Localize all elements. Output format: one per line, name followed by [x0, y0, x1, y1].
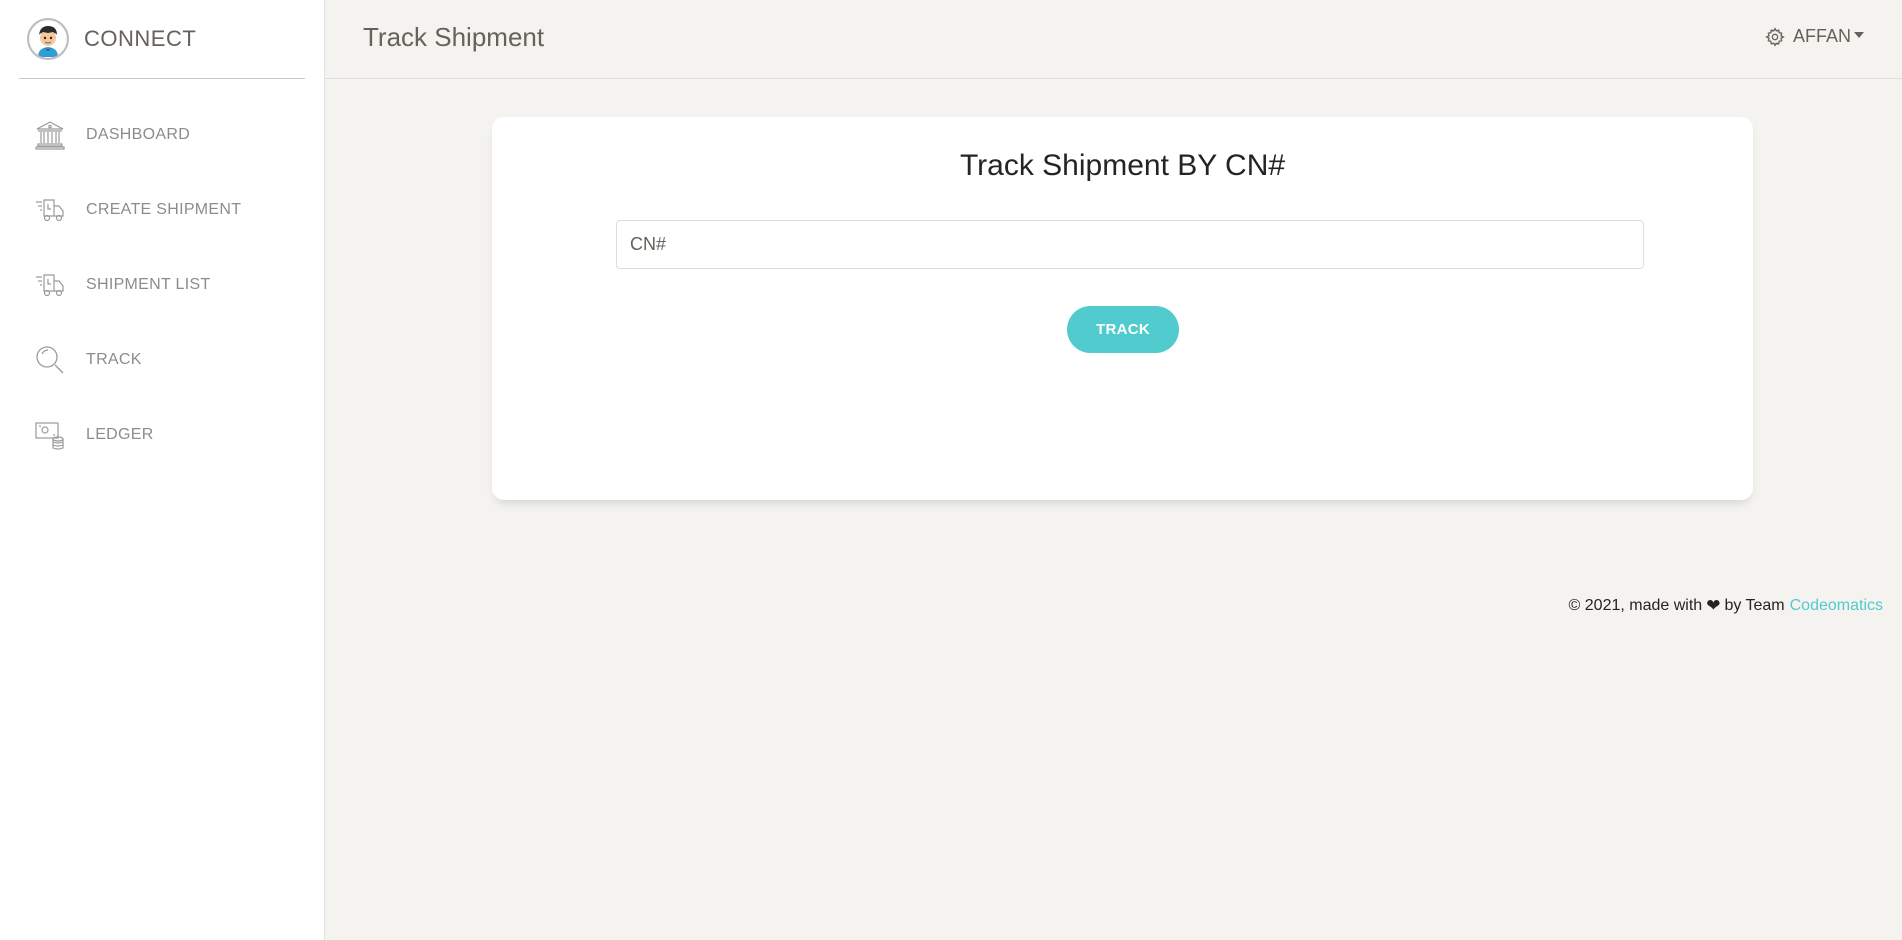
user-avatar-icon — [30, 21, 66, 57]
top-navbar: Track Shipment AFFAN — [325, 0, 1902, 79]
sidebar-item-track[interactable]: TRACK — [0, 322, 325, 397]
card-title: Track Shipment BY CN# — [959, 149, 1286, 182]
footer-middle: by Team — [1724, 597, 1785, 614]
heart-icon: ❤ — [1706, 596, 1721, 615]
sidebar-item-label: LEDGER — [86, 425, 154, 443]
sidebar-nav: DASHBOARD CREATE SHIPMENT SHIPMENT LIST … — [0, 97, 325, 472]
footer: © 2021, made with ❤ by Team Codeomatics — [1569, 596, 1883, 616]
sidebar-item-dashboard[interactable]: DASHBOARD — [0, 97, 325, 172]
sidebar-item-label: SHIPMENT LIST — [86, 275, 211, 293]
page-title: Track Shipment — [363, 22, 545, 52]
brand-name: CONNECT — [84, 26, 197, 51]
sidebar-item-label: DASHBOARD — [86, 125, 191, 143]
money-ledger-icon — [33, 418, 67, 452]
footer-prefix: © 2021, made with — [1568, 597, 1703, 614]
team-link[interactable]: Codeomatics — [1790, 597, 1883, 615]
sidebar-item-label: CREATE SHIPMENT — [86, 200, 242, 218]
caret-down-icon — [1854, 31, 1864, 38]
track-card: Track Shipment BY CN# TRACK — [492, 117, 1753, 500]
sidebar: CONNECT DASHBOARD CREATE SHIPMENT SHIPME… — [0, 0, 325, 940]
sidebar-item-create-shipment[interactable]: CREATE SHIPMENT — [0, 172, 325, 247]
sidebar-item-shipment-list[interactable]: SHIPMENT LIST — [0, 247, 325, 322]
user-name: AFFAN — [1792, 26, 1851, 46]
sidebar-item-label: TRACK — [86, 350, 142, 368]
gear-icon — [1765, 26, 1785, 47]
user-dropdown[interactable]: AFFAN — [1765, 26, 1864, 47]
brand[interactable]: CONNECT — [19, 0, 305, 79]
track-button[interactable]: TRACK — [1067, 306, 1179, 353]
bank-icon — [33, 118, 67, 152]
delivery-truck-icon — [33, 193, 67, 227]
sidebar-item-ledger[interactable]: LEDGER — [0, 397, 325, 472]
avatar — [27, 18, 69, 60]
search-icon — [33, 343, 67, 377]
cn-input[interactable] — [616, 220, 1644, 269]
delivery-truck-icon — [33, 268, 67, 302]
